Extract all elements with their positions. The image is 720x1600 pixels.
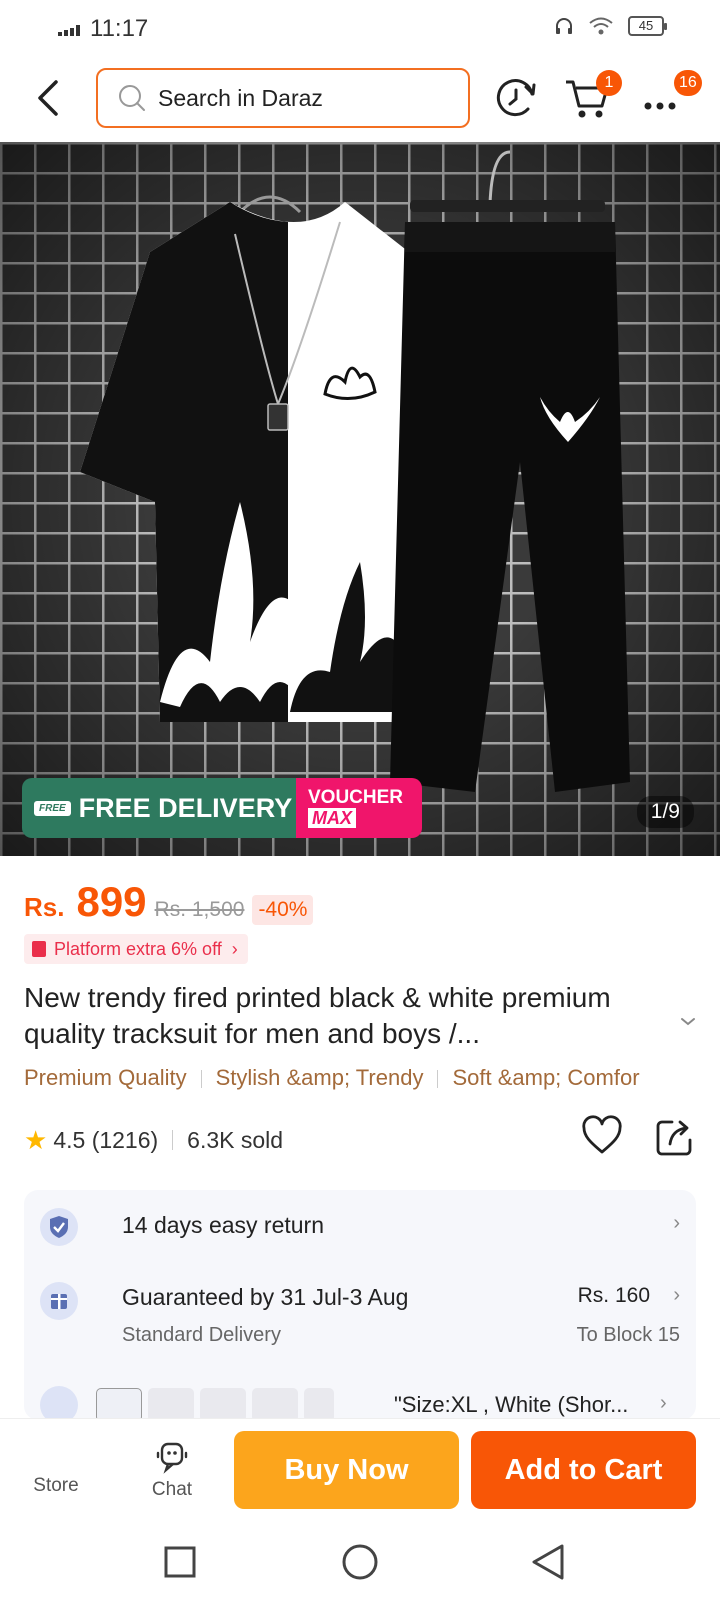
wifi-icon: [589, 17, 613, 35]
chat-label: Chat: [151, 1479, 193, 1500]
return-policy-text: 14 days easy return: [122, 1212, 325, 1238]
sold-count: 6.3K sold: [187, 1126, 284, 1153]
share-icon: [656, 1120, 692, 1156]
rating-score: 4.5: [53, 1126, 86, 1153]
voucher-max-badge: VOUCHER MAX: [296, 778, 422, 838]
original-price: Rs. 1,500: [154, 898, 245, 921]
square-icon: [164, 1546, 196, 1578]
selected-variant-text: "Size:XL , White (Shor...: [394, 1392, 629, 1417]
shield-icon: [40, 1208, 78, 1246]
price-currency: Rs.: [24, 892, 65, 922]
free-delivery-badge: FREE FREE DELIVERY: [22, 778, 296, 838]
status-right-icons: 45: [554, 16, 667, 36]
discount-badge: -40%: [252, 895, 314, 925]
system-back-button[interactable]: [518, 1538, 578, 1588]
delivery-fee: Rs. 160: [577, 1284, 650, 1307]
more-button[interactable]: 16: [640, 70, 702, 124]
price-value: 899: [76, 878, 147, 925]
more-badge: 16: [674, 70, 702, 96]
variant-swatch[interactable]: [200, 1388, 246, 1422]
status-time: 11:17: [90, 15, 149, 42]
battery-icon: 45: [628, 16, 667, 36]
search-icon: [119, 85, 145, 111]
chevron-right-icon: ›: [231, 938, 238, 959]
variant-swatch[interactable]: [252, 1388, 298, 1422]
tag-divider: [200, 1070, 202, 1089]
system-nav-bar: [0, 1524, 720, 1600]
cart-button[interactable]: 1: [562, 70, 622, 124]
history-button[interactable]: [490, 72, 542, 124]
wishlist-button[interactable]: [580, 1114, 624, 1158]
free-delivery-text: FREE DELIVERY: [78, 792, 293, 823]
search-placeholder: Search in Daraz: [158, 84, 323, 111]
delivery-row[interactable]: Guaranteed by 31 Jul-3 Aug Standard Deli…: [40, 1282, 680, 1362]
feature-tag: Premium Quality: [24, 1065, 187, 1090]
chevron-right-icon: ›: [673, 1284, 680, 1306]
max-text: MAX: [308, 808, 356, 828]
heart-icon: [582, 1115, 622, 1154]
circle-icon: [342, 1544, 378, 1580]
service-info-card: 14 days easy return › Guaranteed by 31 J…: [24, 1190, 696, 1420]
feature-tag: Stylish &amp; Trendy: [215, 1065, 424, 1090]
rating-divider: [172, 1130, 174, 1150]
cart-badge: 1: [596, 70, 622, 96]
rating-count: (1216): [91, 1126, 159, 1153]
chevron-down-icon: [681, 1018, 695, 1026]
price-row: Rs. 899 Rs. 1,500 -40%: [24, 878, 314, 926]
variant-swatch[interactable]: [148, 1388, 194, 1422]
headphones-icon: [556, 18, 572, 34]
delivery-destination: To Block 15: [576, 1324, 680, 1346]
promo-banner: FREE FREE DELIVERY VOUCHER MAX: [22, 778, 422, 838]
signal-icon: [58, 25, 80, 36]
delivery-date-text: Guaranteed by 31 Jul-3 Aug: [122, 1284, 409, 1310]
top-nav: Search in Daraz 1 16: [0, 62, 720, 134]
recents-button[interactable]: [150, 1538, 210, 1588]
coupon-icon: [32, 941, 46, 957]
return-policy-row[interactable]: 14 days easy return ›: [40, 1208, 680, 1248]
chevron-right-icon: ›: [660, 1392, 667, 1414]
store-button[interactable]: Store: [16, 1439, 96, 1497]
chat-button[interactable]: Chat: [132, 1439, 212, 1501]
product-title: New trendy fired printed black & white p…: [24, 982, 611, 1049]
history-icon: [496, 79, 536, 117]
image-counter: 1/9: [636, 796, 694, 828]
variant-swatch[interactable]: [96, 1388, 142, 1422]
delivery-box-icon: [40, 1282, 78, 1320]
feature-tags: Premium Quality Stylish &amp; Trendy Soft …: [24, 1065, 720, 1091]
truck-icon: FREE: [34, 800, 71, 816]
delivery-method-text: Standard Delivery: [122, 1324, 281, 1346]
triangle-back-icon: [532, 1544, 564, 1580]
search-input[interactable]: Search in Daraz: [96, 68, 470, 128]
chevron-left-icon: [38, 80, 58, 116]
product-page: 11:17 45 Search in Daraz 1 16 FREE FREE …: [0, 0, 720, 1600]
home-button[interactable]: [330, 1538, 390, 1588]
variant-swatch[interactable]: [304, 1388, 334, 1422]
star-icon: ★: [24, 1124, 48, 1155]
store-icon: [16, 1439, 96, 1475]
product-photo: [0, 142, 720, 856]
add-to-cart-button[interactable]: Add to Cart: [471, 1431, 696, 1509]
voucher-text: VOUCHER: [308, 787, 404, 808]
tag-divider: [437, 1070, 439, 1089]
platform-discount-text: Platform extra 6% off: [54, 938, 222, 959]
status-bar: 11:17 45: [0, 0, 720, 56]
share-button[interactable]: [654, 1114, 694, 1158]
buy-now-button[interactable]: Buy Now: [234, 1431, 459, 1509]
chevron-right-icon: ›: [673, 1212, 680, 1234]
store-label: Store: [33, 1475, 79, 1496]
bottom-action-bar: Store Chat Buy Now Add to Cart: [0, 1418, 720, 1524]
back-button[interactable]: [28, 74, 72, 122]
chat-icon: [156, 1442, 188, 1474]
expand-title-button[interactable]: [676, 1010, 700, 1034]
feature-tag: Soft &amp; Comfor: [452, 1065, 640, 1090]
product-image-carousel[interactable]: FREE FREE DELIVERY VOUCHER MAX 1/9: [0, 142, 720, 856]
platform-discount-tag[interactable]: Platform extra 6% off ›: [24, 934, 248, 964]
